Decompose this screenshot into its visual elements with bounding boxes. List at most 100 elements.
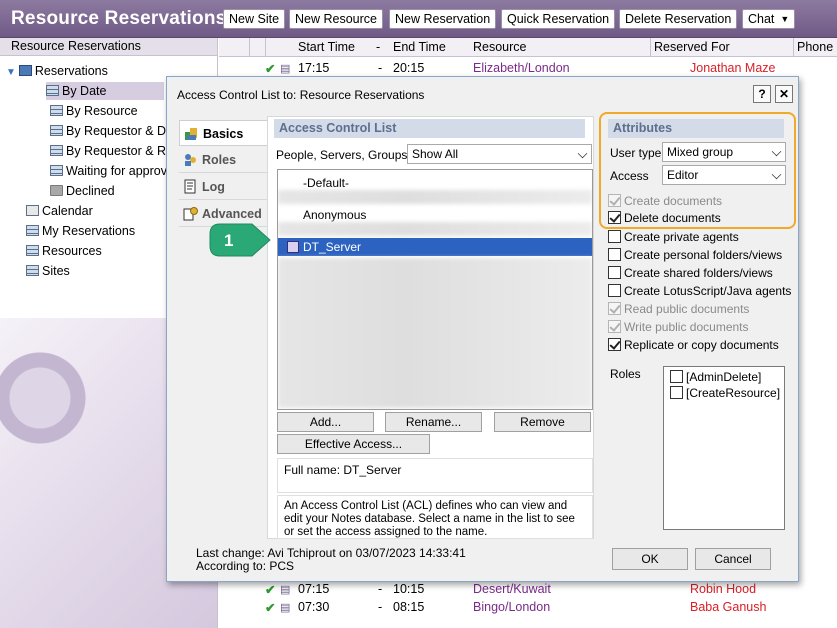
- cell-reserved-for: Baba Ganush: [690, 600, 767, 614]
- redacted-entries: [278, 258, 592, 408]
- rename-button[interactable]: Rename...: [385, 412, 482, 432]
- delete-reservation-button[interactable]: Delete Reservation: [619, 9, 738, 29]
- column-header-phone[interactable]: Phone: [797, 40, 833, 54]
- checkbox[interactable]: [608, 230, 621, 243]
- new-site-button[interactable]: New Site: [223, 9, 286, 29]
- acl-entry-dt-server[interactable]: DT_Server: [278, 238, 592, 256]
- checkbox-create-lotusscript-java-agents[interactable]: Create LotusScript/Java agents: [608, 284, 791, 302]
- column-header-dash: -: [376, 40, 381, 54]
- checkbox-replicate-or-copy-documents[interactable]: Replicate or copy documents: [608, 338, 779, 356]
- column-header-reserved-for[interactable]: Reserved For: [654, 40, 730, 54]
- roles-list[interactable]: [AdminDelete] [CreateResource]: [663, 366, 785, 530]
- checkbox-label: Read public documents: [624, 302, 750, 316]
- nav-item-by-date[interactable]: By Date: [46, 82, 164, 100]
- checkbox[interactable]: [670, 386, 683, 399]
- checkbox-create-shared-folders-views[interactable]: Create shared folders/views: [608, 266, 773, 284]
- column-separator: [650, 38, 651, 57]
- app-title: Resource Reservations: [11, 8, 227, 29]
- tab-roles[interactable]: Roles: [179, 147, 267, 173]
- checkbox[interactable]: [608, 284, 621, 297]
- quick-reservation-button[interactable]: Quick Reservation: [501, 9, 616, 29]
- nav-item-by-resource[interactable]: By Resource: [50, 102, 138, 120]
- acl-entry-list[interactable]: -Default- Anonymous DT_Server: [277, 169, 593, 410]
- cell-dash: -: [378, 61, 383, 75]
- basics-icon: [185, 128, 197, 140]
- table-row[interactable]: ✔ ▤ 07:15 - 10:15 Desert/Kuwait Robin Ho…: [219, 580, 837, 598]
- new-resource-button[interactable]: New Resource: [289, 9, 383, 29]
- chevron-down-icon: [577, 148, 588, 159]
- log-icon: [184, 179, 196, 194]
- view-icon: [26, 225, 39, 236]
- cell-resource: Elizabeth/London: [473, 61, 570, 75]
- checkbox-label: Replicate or copy documents: [624, 338, 779, 352]
- checkbox: [608, 320, 621, 333]
- remove-button[interactable]: Remove: [494, 412, 591, 432]
- close-icon[interactable]: ✕: [775, 85, 793, 103]
- cell-reserved-for: Jonathan Maze: [690, 61, 776, 75]
- acl-entry-label: DT_Server: [303, 240, 362, 254]
- cell-dash: -: [378, 582, 383, 596]
- nav-item-resources[interactable]: Resources: [26, 242, 102, 260]
- roles-icon: [185, 154, 196, 166]
- cell-dash: -: [378, 600, 383, 614]
- folder-icon: [50, 185, 63, 196]
- checkbox-label: Create shared folders/views: [624, 266, 773, 280]
- redacted-entries: [278, 190, 592, 204]
- filter-select[interactable]: Show All: [407, 144, 592, 164]
- document-icon: ▤: [280, 584, 291, 596]
- checkbox-label: Create private agents: [624, 230, 739, 244]
- nav-label: By Date: [62, 84, 107, 98]
- advanced-icon: [183, 207, 198, 221]
- acl-description-text: An Access Control List (ACL) defines who…: [284, 500, 575, 538]
- tab-basics[interactable]: Basics: [179, 120, 267, 146]
- checkbox-create-private-agents[interactable]: Create private agents: [608, 230, 739, 248]
- column-header-start-time[interactable]: Start Time: [298, 40, 355, 54]
- role-label: [AdminDelete]: [686, 370, 762, 384]
- approved-check-icon: ✔: [265, 62, 276, 76]
- effective-access-button[interactable]: Effective Access...: [277, 434, 430, 454]
- checkbox-create-personal-folders-views[interactable]: Create personal folders/views: [608, 248, 782, 266]
- table-row[interactable]: ✔ ▤ 17:15 - 20:15 Elizabeth/London Jonat…: [219, 59, 837, 77]
- new-reservation-button[interactable]: New Reservation: [389, 9, 497, 29]
- nav-item-sites[interactable]: Sites: [26, 262, 70, 280]
- nav-item-waiting-for-approval[interactable]: Waiting for approva: [50, 162, 174, 180]
- role-create-resource[interactable]: [CreateResource]: [670, 386, 780, 404]
- nav-item-calendar[interactable]: Calendar: [26, 202, 93, 220]
- help-icon[interactable]: ?: [753, 85, 771, 103]
- dialog-title: Access Control List to: Resource Reserva…: [177, 88, 425, 102]
- filter-value: Show All: [412, 147, 459, 161]
- nav-item-by-requestor-date[interactable]: By Requestor & Da: [50, 122, 173, 140]
- checkbox-label: Create LotusScript/Java agents: [624, 284, 792, 298]
- tab-label: Basics: [203, 127, 244, 141]
- acl-panel: Access Control List People, Servers, Gro…: [267, 116, 594, 539]
- nav-label: By Requestor & Da: [66, 124, 173, 138]
- column-header-end-time[interactable]: End Time: [393, 40, 446, 54]
- approved-check-icon: ✔: [265, 601, 276, 615]
- checkbox[interactable]: [608, 248, 621, 261]
- tab-log[interactable]: Log: [179, 174, 267, 200]
- nav-item-reservations[interactable]: ▼ Reservations: [6, 62, 108, 80]
- app-header: Resource Reservations New Site New Resou…: [0, 0, 837, 38]
- chat-dropdown-button[interactable]: Chat ▼: [742, 9, 796, 29]
- column-header-row: Start Time - End Time Resource Reserved …: [219, 38, 837, 57]
- nav-item-declined[interactable]: Declined: [50, 182, 115, 200]
- add-button[interactable]: Add...: [277, 412, 374, 432]
- cancel-button[interactable]: Cancel: [695, 548, 771, 570]
- cell-start: 07:30: [298, 600, 330, 614]
- redacted-entries: [278, 222, 592, 236]
- nav-label: Declined: [66, 184, 115, 198]
- nav-item-by-requestor-resource[interactable]: By Requestor & Re: [50, 142, 173, 160]
- column-header-resource[interactable]: Resource: [473, 40, 527, 54]
- checkbox[interactable]: [670, 370, 683, 383]
- table-row[interactable]: ✔ ▤ 07:30 - 08:15 Bingo/London Baba Ganu…: [219, 598, 837, 616]
- checkbox[interactable]: [608, 266, 621, 279]
- nav-item-my-reservations[interactable]: My Reservations: [26, 222, 135, 240]
- checkbox[interactable]: [608, 338, 621, 351]
- roles-label: Roles: [610, 367, 641, 381]
- attributes-highlight-box: [599, 112, 796, 229]
- view-icon: [50, 125, 63, 136]
- checkbox-write-public-documents: Write public documents: [608, 320, 749, 338]
- cell-start: 17:15: [298, 61, 330, 75]
- expand-triangle-icon[interactable]: ▼: [6, 64, 16, 82]
- ok-button[interactable]: OK: [612, 548, 688, 570]
